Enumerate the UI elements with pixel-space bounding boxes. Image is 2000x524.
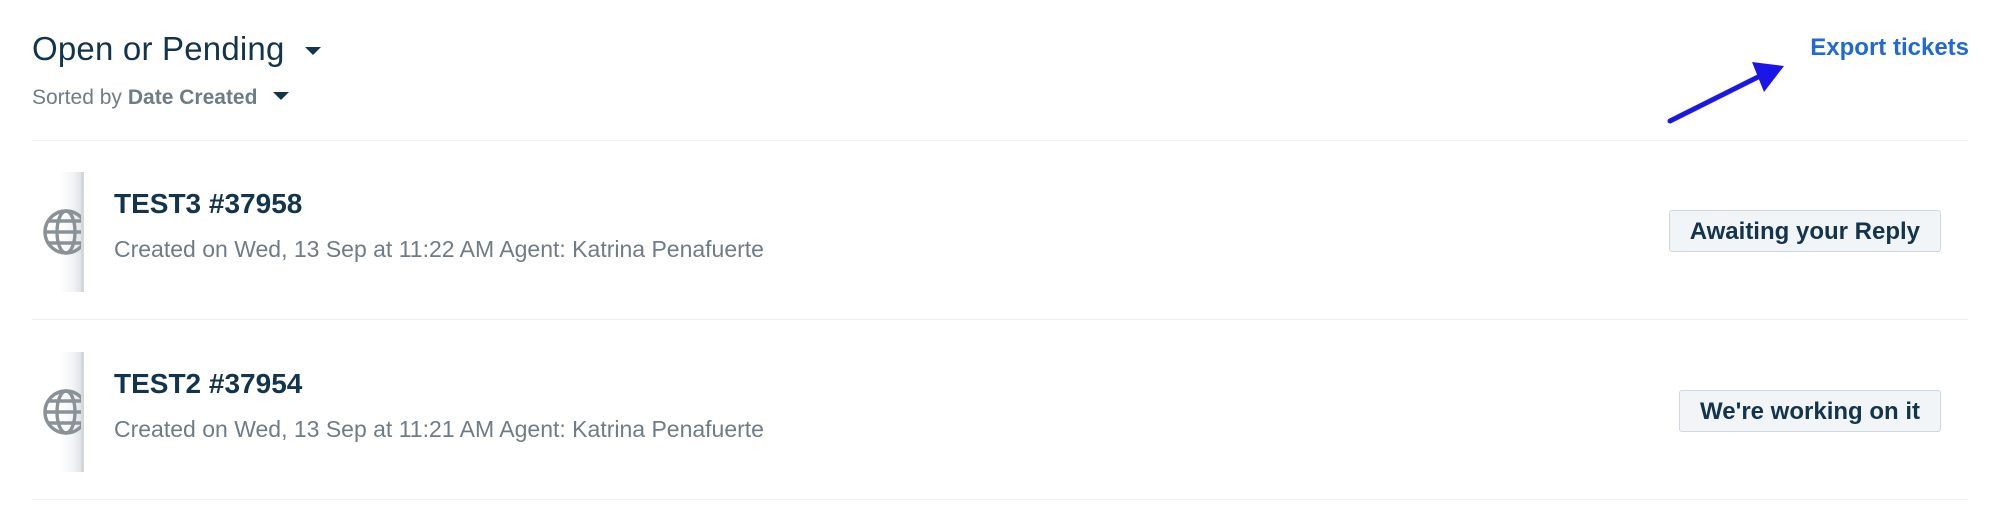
status-badge: Awaiting your Reply [1668,210,1941,252]
globe-icon [43,209,84,255]
ticket-filter-dropdown[interactable]: Open or Pending [32,30,321,68]
sort-value[interactable]: Date Created [128,86,258,110]
annotation-arrow-icon [1667,62,1784,124]
ticket-source-avatar [32,172,84,292]
ticket-meta: Created on Wed, 13 Sep at 11:22 AM Agent… [114,236,764,262]
ticket-row[interactable]: TEST2 #37954 Created on Wed, 13 Sep at 1… [32,352,1968,472]
ticket-subject[interactable]: TEST3 #37958 [114,188,302,220]
header-divider [32,140,1968,141]
ticket-meta: Created on Wed, 13 Sep at 11:21 AM Agent… [114,416,764,442]
row-divider [32,319,1968,320]
status-badge: We're working on it [1679,390,1941,432]
sort-prefix: Sorted by [32,86,122,109]
chevron-down-icon[interactable] [273,92,290,100]
chevron-down-icon[interactable] [304,47,321,55]
ticket-row[interactable]: TEST3 #37958 Created on Wed, 13 Sep at 1… [32,172,1968,292]
ticket-source-avatar [32,352,84,472]
export-tickets-link[interactable]: Export tickets [1810,34,1969,62]
ticket-subject[interactable]: TEST2 #37954 [114,368,302,400]
globe-icon [43,389,84,435]
sort-selector[interactable]: Sorted by Date Created [32,86,290,110]
filter-label: Open or Pending [32,30,285,67]
row-divider [32,499,1968,500]
